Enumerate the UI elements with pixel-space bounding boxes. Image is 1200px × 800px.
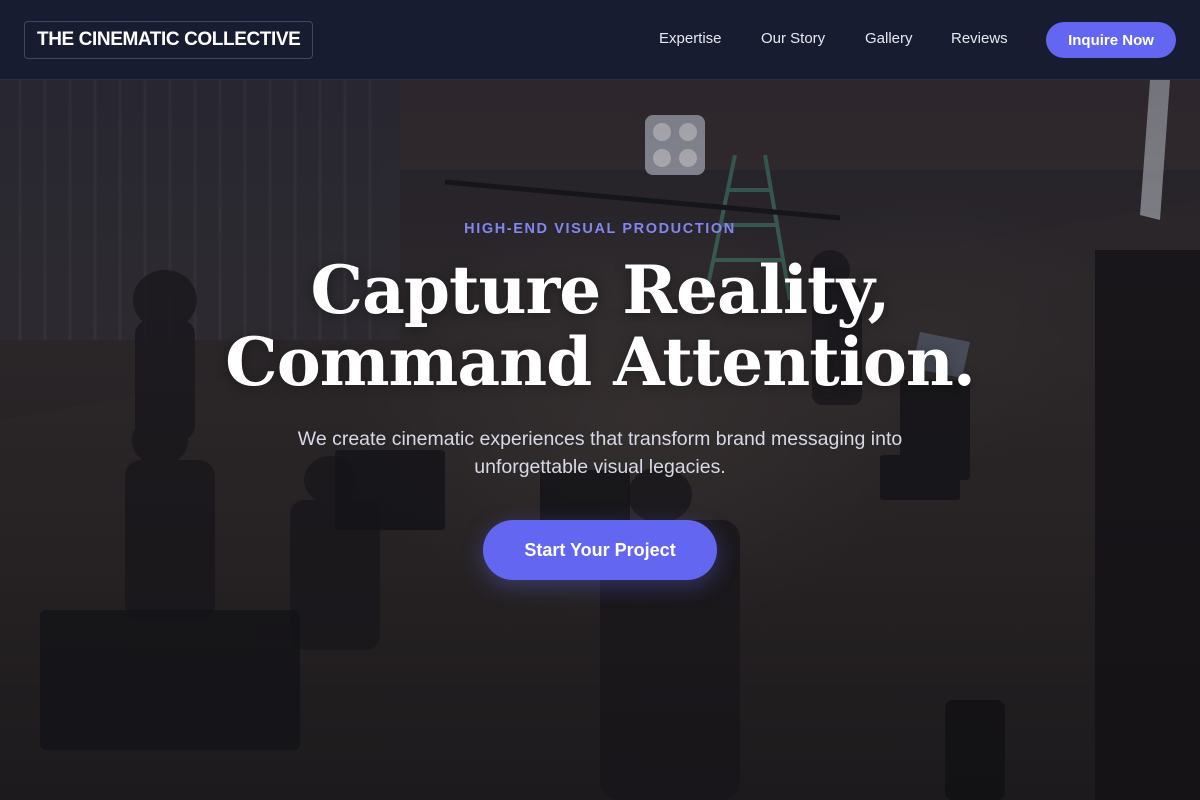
brand-logo[interactable]: THE CINEMATIC COLLECTIVE [24, 21, 314, 59]
landing-page: THE CINEMATIC COLLECTIVE Expertise Our S… [0, 0, 1200, 800]
inquire-now-button[interactable]: Inquire Now [1046, 22, 1176, 58]
hero-section: HIGH-END VISUAL PRODUCTION Capture Reali… [0, 0, 1200, 800]
nav-link-reviews[interactable]: Reviews [951, 30, 1008, 47]
nav-link-gallery[interactable]: Gallery [865, 30, 913, 47]
nav-link-our-story[interactable]: Our Story [761, 30, 825, 47]
hero-headline-line-2: Command Attention. [225, 323, 976, 401]
start-project-button[interactable]: Start Your Project [483, 520, 717, 580]
nav-link-expertise[interactable]: Expertise [659, 30, 722, 47]
hero-eyebrow: HIGH-END VISUAL PRODUCTION [464, 221, 736, 237]
hero-headline-line-1: Capture Reality, [310, 251, 891, 329]
top-navbar: THE CINEMATIC COLLECTIVE Expertise Our S… [0, 0, 1200, 80]
hero-headline: Capture Reality, Command Attention. [0, 254, 1200, 398]
hero-subtitle: We create cinematic experiences that tra… [297, 428, 903, 478]
